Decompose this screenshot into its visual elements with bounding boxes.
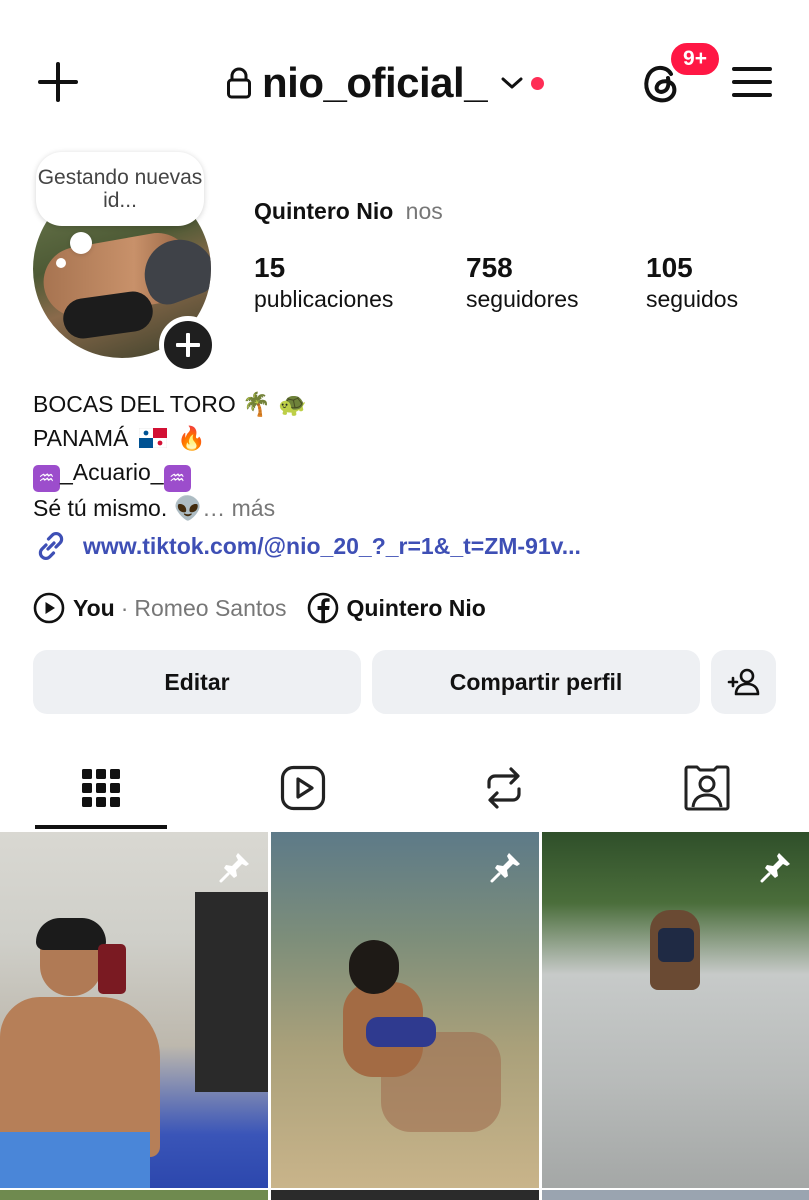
top-bar: nio_oficial_ 9+ <box>0 0 809 160</box>
edit-profile-button[interactable]: Editar <box>33 650 361 714</box>
facebook-icon[interactable] <box>307 592 339 624</box>
profile-pronouns: nos <box>405 198 443 224</box>
aquarius-icon: ♒ <box>33 465 60 492</box>
repost-icon <box>487 767 521 809</box>
aquarius-icon: ♒ <box>163 465 191 492</box>
bio-emoji-alien: 👽 <box>173 496 203 522</box>
facebook-name[interactable]: Quintero Nio <box>347 595 486 622</box>
profile-full-name: Quintero Nio <box>254 198 394 224</box>
notification-dot <box>531 76 545 90</box>
bio-emoji-palm-turtle: 🌴 🐢 <box>242 392 307 418</box>
note-bubble-tail-small <box>56 258 66 268</box>
posts-grid <box>0 832 809 1200</box>
add-person-icon <box>727 668 759 696</box>
stat-followers-label: seguidores <box>466 286 579 312</box>
link-icon <box>38 532 64 560</box>
post-thumbnail-partial[interactable] <box>0 1190 268 1200</box>
stat-posts[interactable]: 15 publicaciones <box>254 252 393 314</box>
panama-flag-icon <box>138 428 167 448</box>
stat-following[interactable]: 105 seguidos <box>646 252 738 314</box>
profile-link[interactable]: www.tiktok.com/@nio_20_?_r=1&_t=ZM-91v..… <box>33 528 581 564</box>
profile-extras: You · Romeo Santos Quintero Nio <box>33 588 486 628</box>
chevron-down-icon <box>501 77 523 89</box>
stat-following-label: seguidos <box>646 286 739 312</box>
play-music-icon[interactable] <box>33 592 65 624</box>
profile-name-row: Quintero Nio nos <box>254 198 443 225</box>
music-separator: · <box>120 594 129 621</box>
account-switcher[interactable]: nio_oficial_ <box>226 58 545 108</box>
post-thumbnail-partial[interactable] <box>542 1190 809 1200</box>
bio-emoji-fire: 🔥 <box>177 426 206 452</box>
bio-line-1: BOCAS DEL TORO 🌴 🐢 <box>33 388 307 422</box>
tab-reposts[interactable] <box>438 745 570 831</box>
bio-line-3: ♒ _Acuario_ ♒ <box>33 456 307 492</box>
profile-bio: BOCAS DEL TORO 🌴 🐢 PANAMÁ 🔥 ♒ _Acuario_ ♒ … <box>33 388 307 526</box>
bio-motto: Sé tú mismo. <box>33 495 168 521</box>
post-thumbnail[interactable] <box>542 832 809 1188</box>
note-bubble[interactable]: Gestando nuevas id... <box>36 152 204 226</box>
post-thumbnail[interactable] <box>271 832 539 1188</box>
profile-username: nio_oficial_ <box>262 59 488 106</box>
bio-line-2: PANAMÁ 🔥 <box>33 422 307 456</box>
profile-link-text[interactable]: www.tiktok.com/@nio_20_?_r=1&_t=ZM-91v..… <box>83 533 581 560</box>
add-story-icon[interactable] <box>159 316 217 374</box>
stat-posts-count: 15 <box>254 252 286 283</box>
active-tab-indicator <box>35 825 167 829</box>
discover-people-button[interactable] <box>711 650 776 714</box>
pin-icon <box>760 853 790 883</box>
bio-country: PANAMÁ <box>33 425 129 451</box>
notification-badge: 9+ <box>668 40 722 78</box>
music-artist[interactable]: Romeo Santos <box>134 595 286 622</box>
stat-followers-count: 758 <box>466 252 513 283</box>
tab-tagged[interactable] <box>641 745 773 831</box>
hamburger-menu-icon[interactable] <box>730 62 774 102</box>
grid-icon <box>82 769 120 807</box>
bio-location: BOCAS DEL TORO <box>33 391 236 417</box>
pin-icon <box>219 853 249 883</box>
tab-reels[interactable] <box>237 745 369 831</box>
bio-line-4: Sé tú mismo. 👽… más <box>33 492 307 526</box>
bio-more-link[interactable]: … más <box>202 495 275 521</box>
post-thumbnail-partial[interactable] <box>271 1190 539 1200</box>
note-bubble-tail <box>70 232 92 254</box>
stat-following-count: 105 <box>646 252 693 283</box>
stat-posts-label: publicaciones <box>254 286 394 312</box>
bio-sign: _Acuario_ <box>60 459 164 485</box>
tagged-icon <box>684 765 730 811</box>
stat-followers[interactable]: 758 seguidores <box>466 252 579 314</box>
music-song[interactable]: You <box>73 595 115 622</box>
tab-posts-grid[interactable] <box>35 745 167 831</box>
pin-icon <box>490 853 520 883</box>
lock-icon <box>227 67 251 99</box>
create-post-icon[interactable] <box>36 60 80 104</box>
share-profile-button[interactable]: Compartir perfil <box>372 650 700 714</box>
profile-tabs <box>0 745 809 831</box>
reels-icon <box>280 765 326 811</box>
post-thumbnail[interactable] <box>0 832 268 1188</box>
